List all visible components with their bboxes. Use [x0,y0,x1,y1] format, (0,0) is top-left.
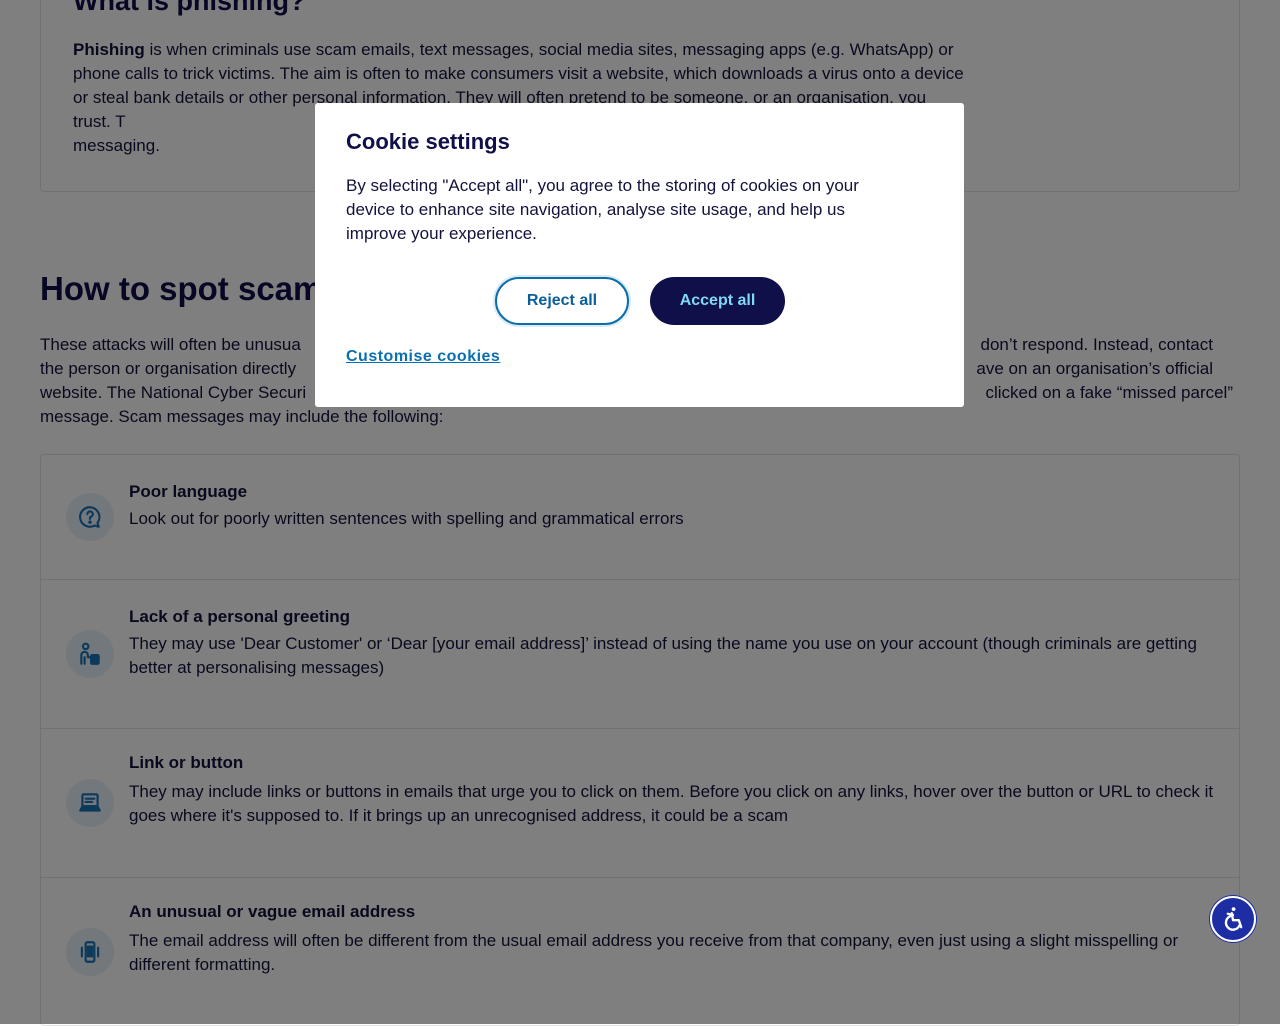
accessibility-icon [1224,907,1243,931]
accept-all-button[interactable]: Accept all [650,277,785,325]
accessibility-button[interactable] [1210,896,1256,942]
cookie-dialog-text: By selecting "Accept all", you agree to … [346,176,859,243]
reject-all-button[interactable]: Reject all [495,277,629,325]
cookie-dialog-title: Cookie settings [346,129,510,154]
cookie-dialog: Cookie settings By selecting "Accept all… [315,103,964,407]
customise-cookies-link[interactable]: Customise cookies [346,348,500,366]
